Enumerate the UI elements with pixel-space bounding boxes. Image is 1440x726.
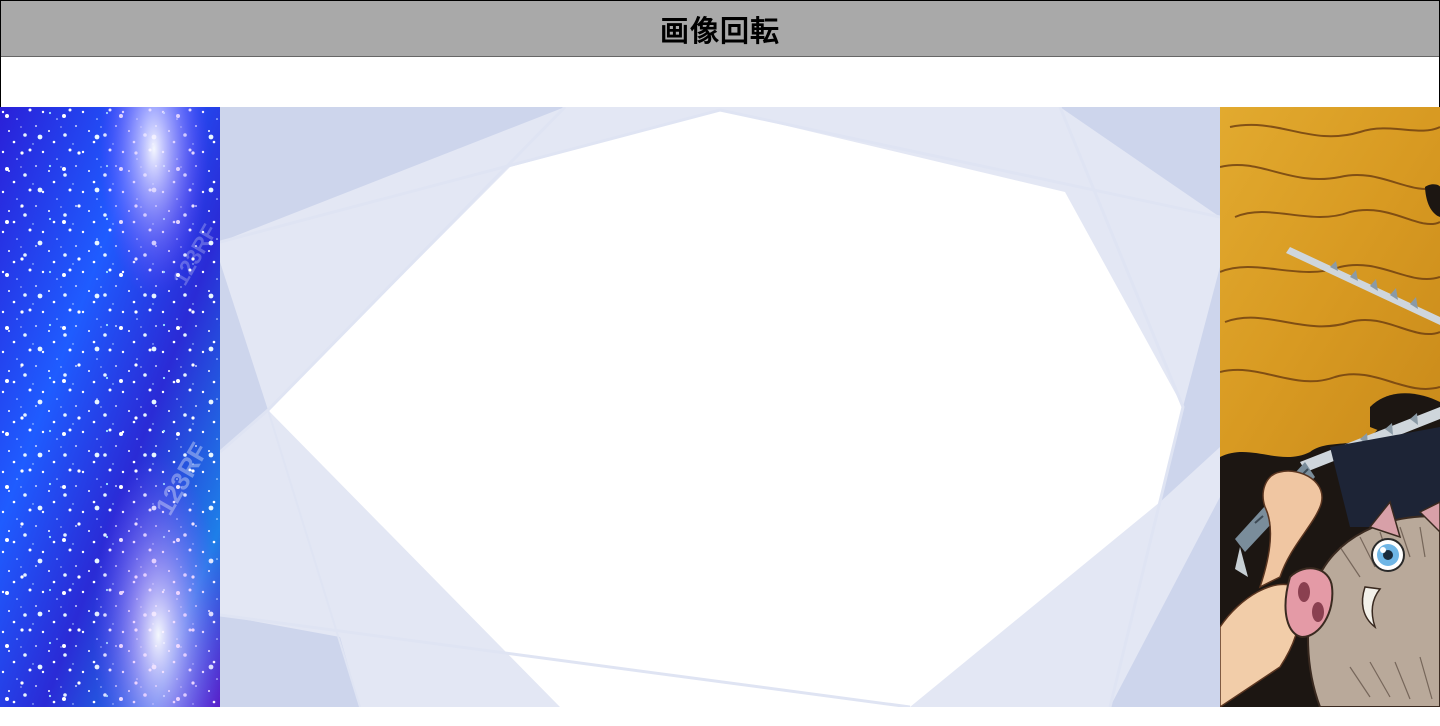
page-footer-space	[0, 707, 1440, 726]
galaxy-sparkle-image: 123RF 123RF	[0, 107, 220, 707]
anime-character-boar-mask	[1220, 107, 1440, 707]
page-header: 画像回転	[1, 1, 1439, 57]
page-title: 画像回転	[659, 13, 780, 48]
blue-geometric-frame	[220, 107, 1220, 707]
carousel-slide-current[interactable]	[220, 107, 1220, 707]
carousel-slide-next[interactable]	[1220, 107, 1440, 707]
image-carousel[interactable]: 123RF 123RF	[0, 107, 1440, 707]
carousel-slide-previous[interactable]: 123RF 123RF	[0, 107, 220, 707]
